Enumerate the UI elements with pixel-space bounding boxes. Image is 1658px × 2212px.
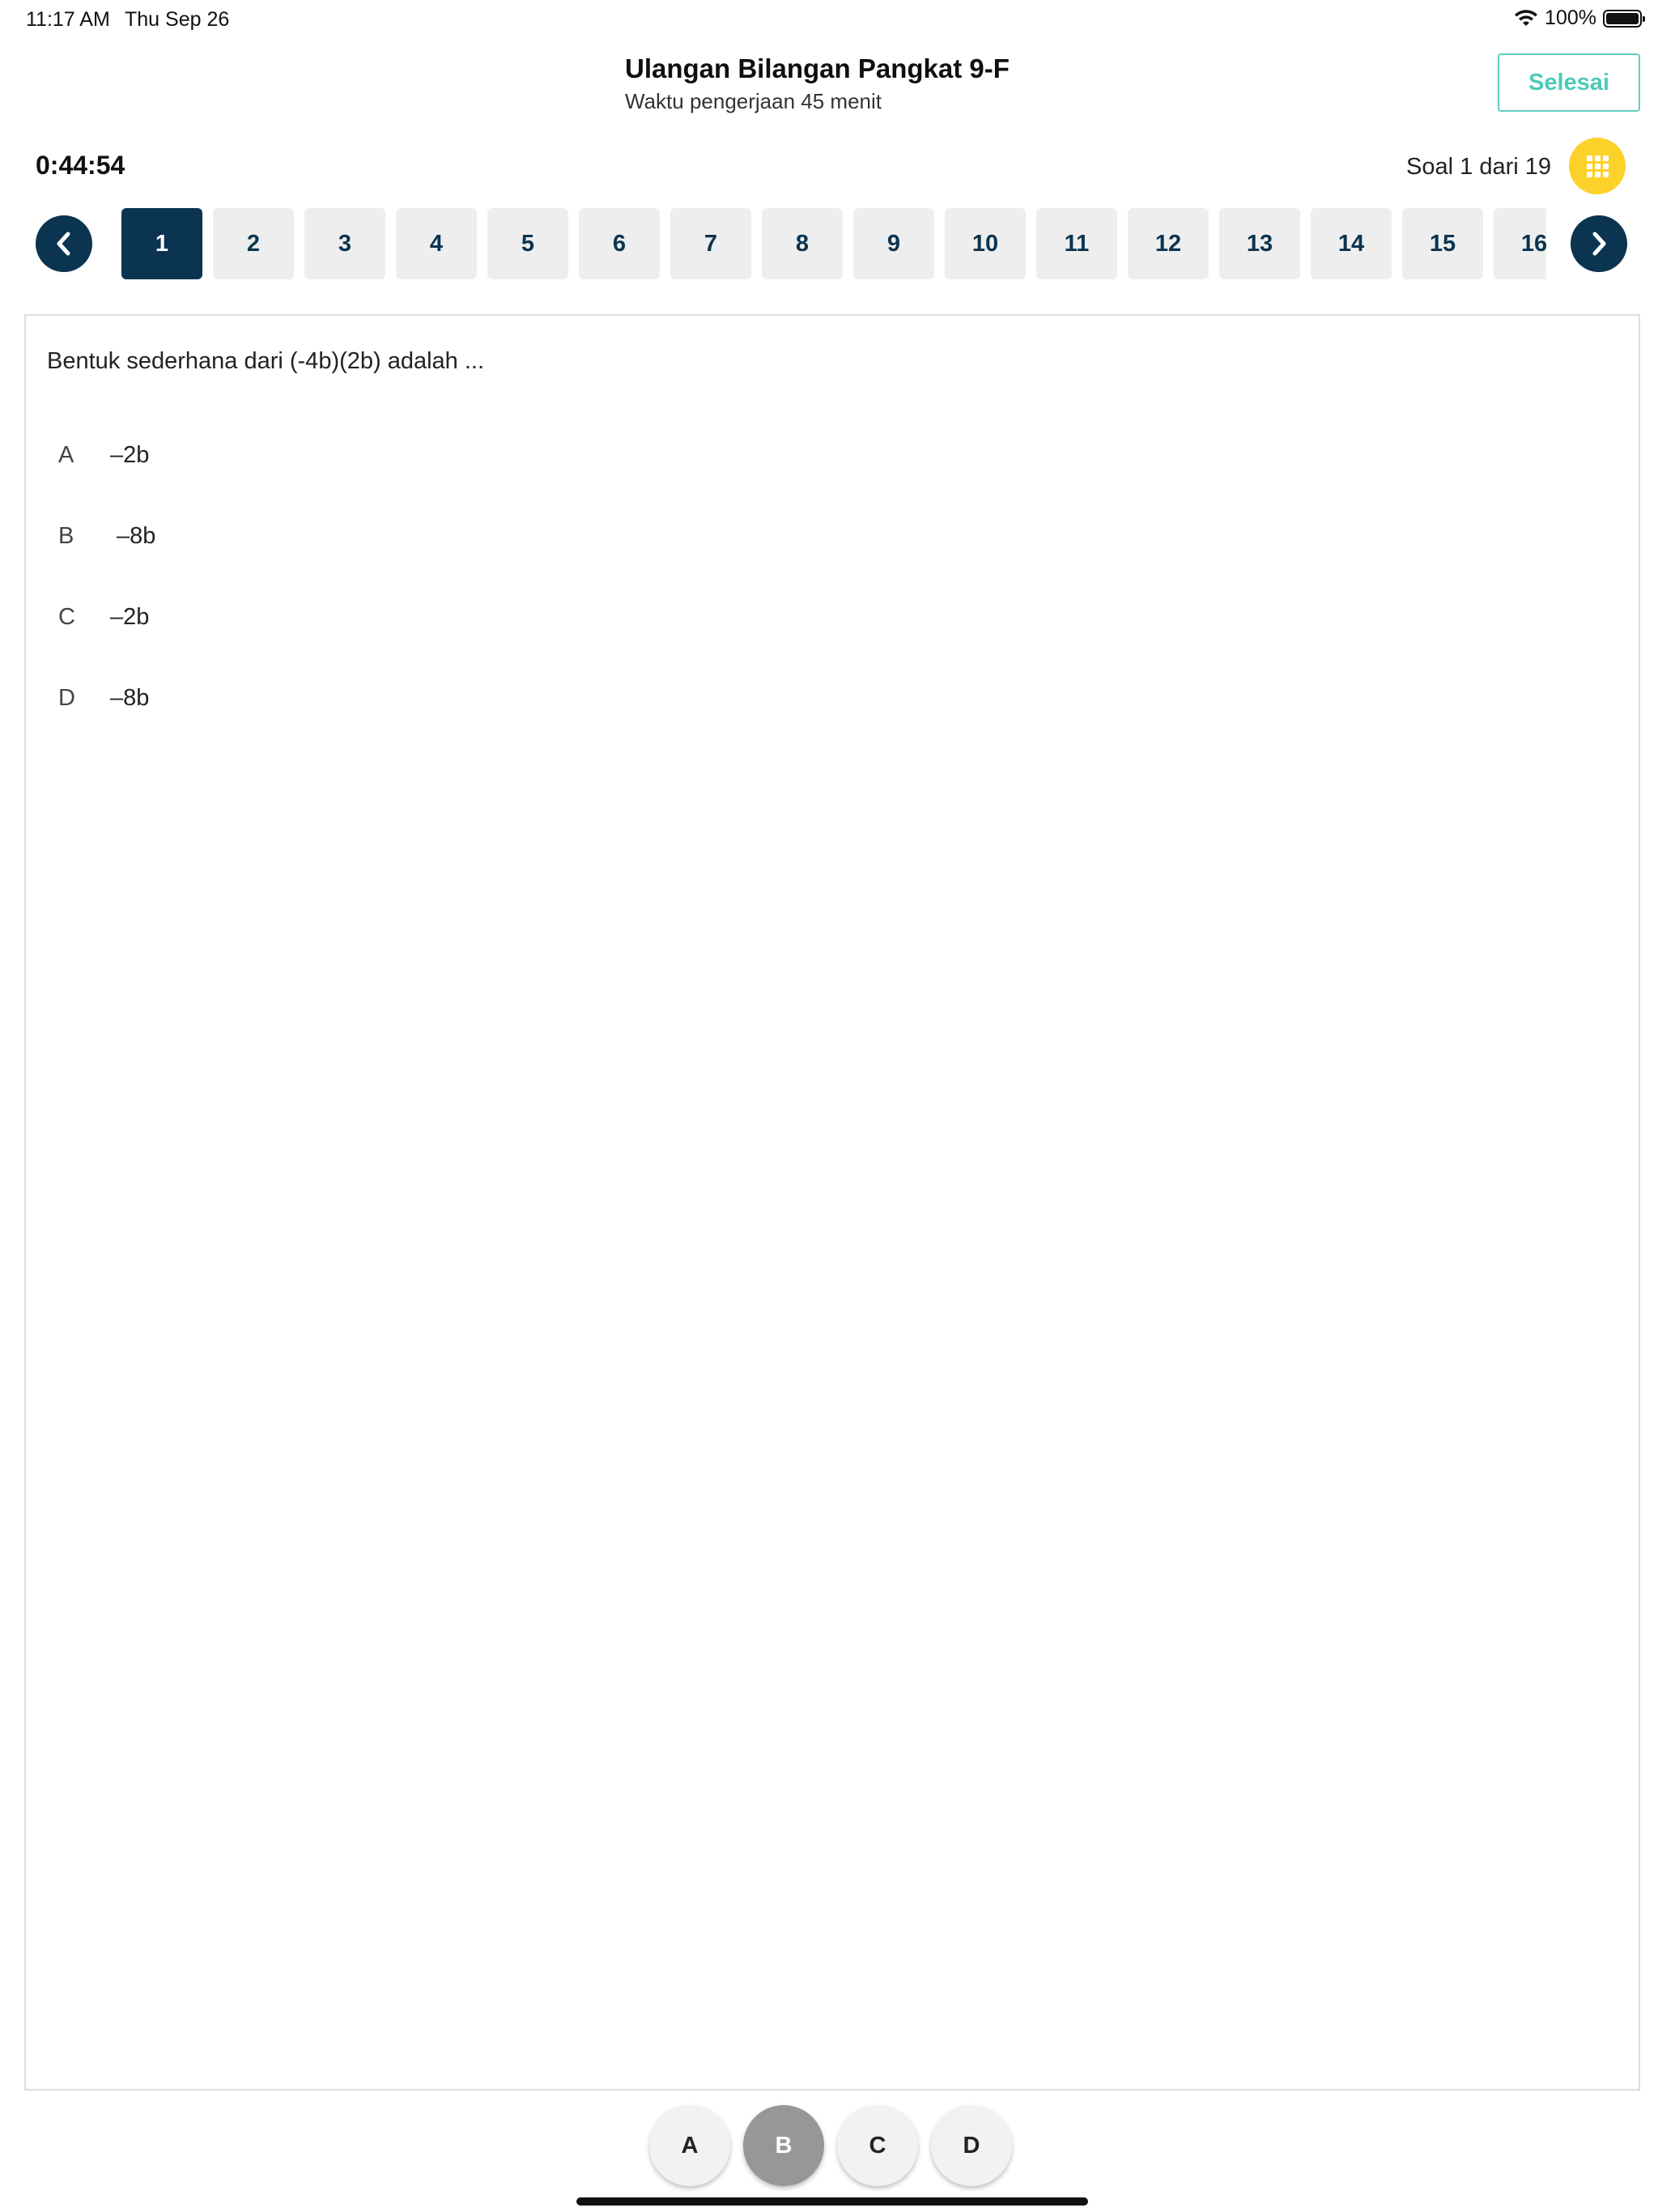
page-subtitle: Waktu pengerjaan 45 menit bbox=[625, 89, 882, 113]
question-number-button[interactable]: 1 bbox=[121, 208, 202, 279]
option-letter: C bbox=[58, 604, 75, 630]
home-indicator[interactable] bbox=[576, 2197, 1088, 2206]
previous-question-button[interactable] bbox=[36, 215, 92, 272]
option-text: –8b bbox=[117, 523, 156, 549]
question-number-button[interactable]: 13 bbox=[1219, 208, 1300, 279]
answer-button-c[interactable]: C bbox=[837, 2105, 918, 2186]
status-bar: 11:17 AM Thu Sep 26 100% bbox=[0, 0, 1658, 39]
option-text: –2b bbox=[110, 604, 150, 630]
question-number-button[interactable]: 16 bbox=[1494, 208, 1546, 279]
answer-button-a[interactable]: A bbox=[649, 2105, 730, 2186]
question-number-button[interactable]: 14 bbox=[1311, 208, 1392, 279]
question-number-button[interactable]: 5 bbox=[487, 208, 568, 279]
option-letter: D bbox=[58, 685, 75, 711]
wifi-icon bbox=[1515, 9, 1538, 26]
chevron-right-icon bbox=[1592, 232, 1606, 256]
question-number-button[interactable]: 8 bbox=[762, 208, 843, 279]
question-number-button[interactable]: 15 bbox=[1402, 208, 1483, 279]
status-date: Thu Sep 26 bbox=[125, 8, 230, 31]
question-number-button[interactable]: 9 bbox=[853, 208, 934, 279]
question-number-list: 1 2 3 4 5 6 7 8 9 10 11 12 13 14 15 16 bbox=[121, 208, 1546, 279]
status-indicators: 100% bbox=[1514, 6, 1645, 30]
question-number-button[interactable]: 11 bbox=[1036, 208, 1117, 279]
battery-level-fill bbox=[1606, 12, 1639, 24]
question-number-button[interactable]: 12 bbox=[1128, 208, 1209, 279]
question-card: Bentuk sederhana dari (-4b)(2b) adalah .… bbox=[24, 314, 1640, 2091]
option-letter: A bbox=[58, 442, 74, 468]
answer-button-group: ABCD bbox=[649, 2105, 1012, 2186]
question-number-button[interactable]: 7 bbox=[670, 208, 751, 279]
answer-button-b[interactable]: B bbox=[743, 2105, 824, 2186]
next-question-button[interactable] bbox=[1571, 215, 1627, 272]
question-number-strip: 1 2 3 4 5 6 7 8 9 10 11 12 13 14 15 16 bbox=[121, 208, 1546, 279]
page-title: Ulangan Bilangan Pangkat 9-F bbox=[625, 53, 1010, 83]
answer-button-d[interactable]: D bbox=[931, 2105, 1012, 2186]
question-counter: Soal 1 dari 19 bbox=[1406, 154, 1551, 180]
chevron-left-icon bbox=[57, 232, 70, 256]
question-number-button[interactable]: 2 bbox=[213, 208, 294, 279]
question-number-button[interactable]: 4 bbox=[396, 208, 477, 279]
question-number-button[interactable]: 6 bbox=[579, 208, 660, 279]
option-letter: B bbox=[58, 523, 74, 549]
finish-button[interactable]: Selesai bbox=[1498, 53, 1640, 112]
option-c[interactable]: C –2b bbox=[58, 604, 149, 631]
grid-icon bbox=[1586, 155, 1609, 177]
status-time: 11:17 AM bbox=[26, 8, 110, 31]
option-a[interactable]: A –2b bbox=[58, 442, 149, 469]
battery-icon bbox=[1603, 9, 1645, 28]
countdown-timer: 0:44:54 bbox=[36, 151, 125, 180]
question-number-button[interactable]: 3 bbox=[304, 208, 385, 279]
battery-percent: 100% bbox=[1545, 6, 1596, 29]
option-d[interactable]: D –8b bbox=[58, 685, 149, 712]
question-grid-button[interactable] bbox=[1569, 138, 1626, 194]
option-text: –8b bbox=[110, 685, 150, 711]
option-text: –2b bbox=[110, 442, 150, 468]
question-number-button[interactable]: 10 bbox=[945, 208, 1026, 279]
option-b[interactable]: B –8b bbox=[58, 523, 155, 550]
question-text: Bentuk sederhana dari (-4b)(2b) adalah .… bbox=[47, 348, 485, 374]
